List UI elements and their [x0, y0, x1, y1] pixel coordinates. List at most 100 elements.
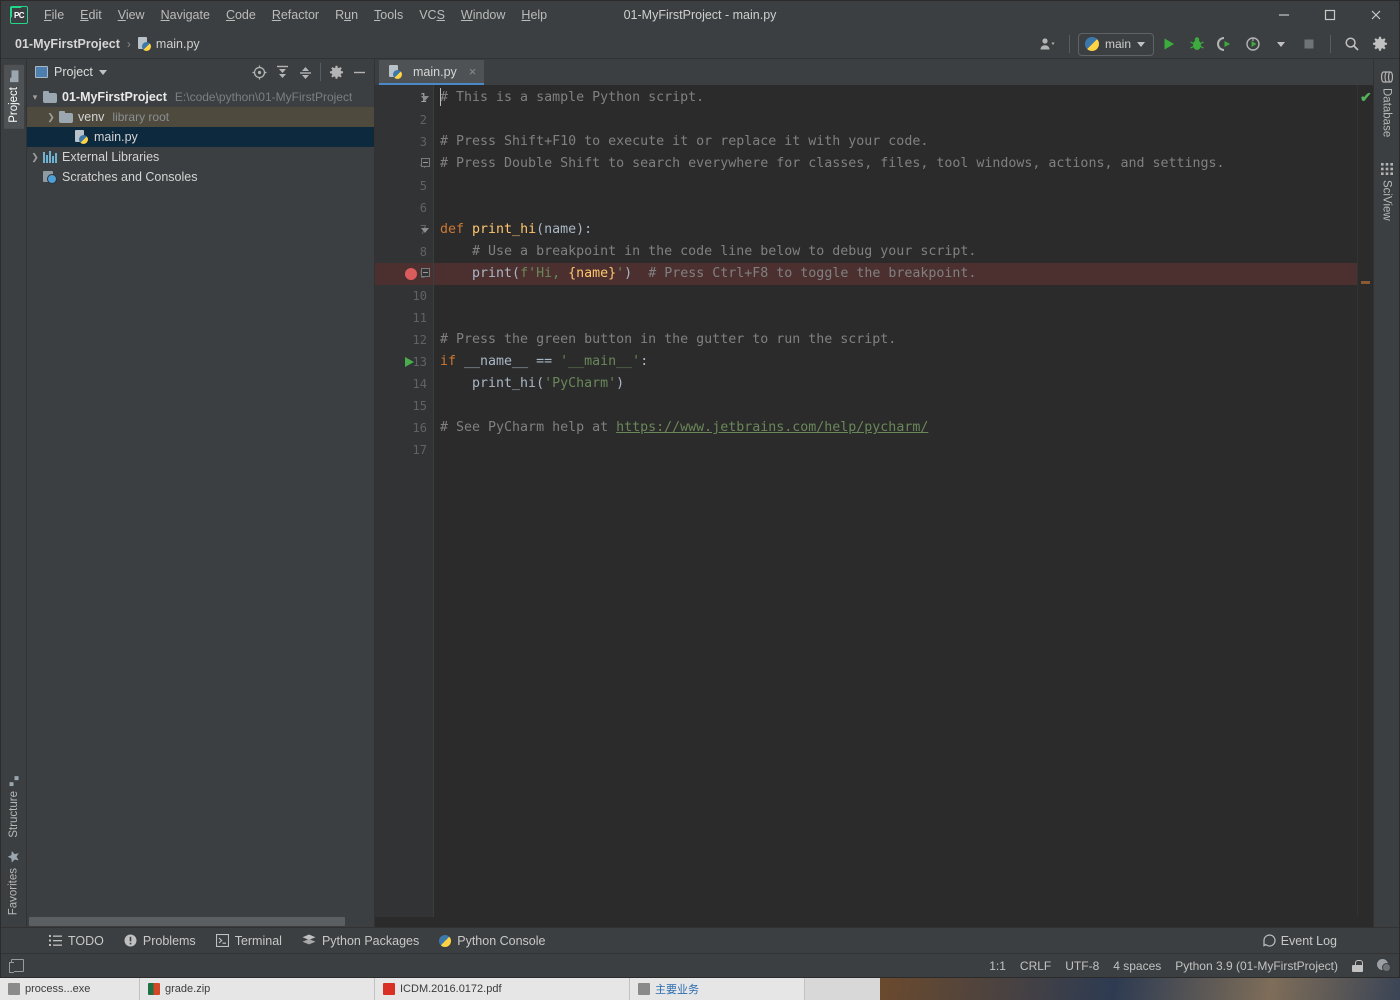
editor-horizontal-scrollbar[interactable] — [375, 917, 1373, 927]
fold-marker-icon[interactable] — [421, 158, 430, 167]
bottom-tab-todo[interactable]: TODO — [39, 931, 114, 951]
tree-row-scratches-and-consoles[interactable]: Scratches and Consoles — [27, 167, 374, 187]
status-bar-left[interactable] — [9, 959, 24, 973]
hide-panel-button[interactable] — [348, 61, 370, 83]
run-configuration-selector[interactable]: main — [1077, 32, 1154, 56]
profile-dropdown-button[interactable] — [1268, 32, 1294, 56]
file-encoding[interactable]: UTF-8 — [1065, 959, 1099, 973]
code-line-16[interactable]: # See PyCharm help at https://www.jetbra… — [434, 417, 1357, 439]
editor-error-stripe[interactable]: ✔ — [1357, 85, 1373, 917]
code-folding-column[interactable] — [419, 87, 433, 917]
project-tree[interactable]: ▾ 01-MyFirstProject E:\code\python\01-My… — [27, 85, 374, 915]
panel-settings-button[interactable] — [325, 61, 347, 83]
inspection-ok-icon[interactable]: ✔ — [1360, 89, 1372, 106]
taskbar-item[interactable]: 主要业务 — [630, 978, 805, 1000]
menu-bar[interactable]: FFileile Edit View Navigate Code Refacto… — [36, 1, 555, 29]
breakpoint-stripe-marker[interactable] — [1361, 281, 1370, 284]
taskbar-item[interactable]: ICDM.2016.0172.pdf — [375, 978, 630, 1000]
user-account-button[interactable] — [1035, 32, 1061, 56]
taskbar-item[interactable]: process...exe — [0, 978, 140, 1000]
stop-button[interactable] — [1296, 32, 1322, 56]
fold-marker-icon[interactable] — [421, 228, 429, 233]
project-panel-horizontal-scrollbar[interactable] — [27, 915, 374, 927]
code-line-8[interactable]: # Use a breakpoint in the code line belo… — [434, 241, 1357, 263]
run-button[interactable] — [1156, 32, 1182, 56]
event-log-button[interactable]: Event Log — [1263, 934, 1337, 948]
chevron-down-icon[interactable]: ▾ — [27, 92, 43, 103]
tree-row-external-libraries[interactable]: ❯ External Libraries — [27, 147, 374, 167]
taskbar-items[interactable]: process...exe grade.zip ICDM.2016.0172.p… — [0, 978, 805, 1000]
search-everywhere-button[interactable] — [1339, 32, 1365, 56]
debug-button[interactable] — [1184, 32, 1210, 56]
code-line-15[interactable] — [434, 395, 1357, 417]
chevron-right-icon[interactable]: ❯ — [27, 152, 43, 163]
editor-gutter[interactable]: 1 2 3 4 5 6 7 8 9 10 11 1 — [375, 85, 433, 917]
run-with-coverage-button[interactable] — [1212, 32, 1238, 56]
profile-button[interactable] — [1240, 32, 1266, 56]
code-line-14[interactable]: print_hi('PyCharm') — [434, 373, 1357, 395]
menu-item-run[interactable]: Run — [327, 4, 366, 26]
close-button[interactable] — [1353, 1, 1399, 29]
menu-item-view[interactable]: View — [110, 4, 153, 26]
window-controls[interactable] — [1261, 1, 1399, 29]
settings-button[interactable] — [1367, 32, 1393, 56]
bottom-tab-python-console[interactable]: Python Console — [429, 931, 555, 951]
taskbar-item[interactable]: grade.zip — [140, 978, 375, 1000]
breadcrumb-project[interactable]: 01-MyFirstProject — [15, 37, 120, 51]
documentation-link[interactable]: https://www.jetbrains.com/help/pycharm/ — [616, 420, 928, 435]
breakpoint-icon[interactable] — [405, 268, 417, 280]
windows-taskbar[interactable]: process...exe grade.zip ICDM.2016.0172.p… — [0, 978, 1400, 1000]
tree-row-project-root[interactable]: ▾ 01-MyFirstProject E:\code\python\01-My… — [27, 87, 374, 107]
menu-item-navigate[interactable]: Navigate — [153, 4, 218, 26]
code-line-6[interactable] — [434, 197, 1357, 219]
code-line-3[interactable]: # Press Shift+F10 to execute it or repla… — [434, 131, 1357, 153]
code-line-11[interactable] — [434, 307, 1357, 329]
line-separator[interactable]: CRLF — [1020, 959, 1051, 973]
editor-tab-main-py[interactable]: main.py × — [379, 60, 485, 85]
bottom-tab-problems[interactable]: Problems — [114, 931, 206, 951]
minimize-button[interactable] — [1261, 1, 1307, 29]
expand-all-button[interactable] — [271, 61, 293, 83]
code-line-2[interactable] — [434, 109, 1357, 131]
tree-row-venv[interactable]: ❯ venv library root — [27, 107, 374, 127]
indent-size[interactable]: 4 spaces — [1113, 959, 1161, 973]
code-line-9[interactable]: print(f'Hi, {name}') # Press Ctrl+F8 to … — [434, 263, 1357, 285]
menu-item-window[interactable]: Window — [453, 4, 513, 26]
menu-item-edit[interactable]: Edit — [72, 4, 110, 26]
code-text-area[interactable]: # This is a sample Python script. # Pres… — [433, 85, 1357, 917]
bottom-tab-python-packages[interactable]: Python Packages — [292, 931, 429, 951]
sidebar-item-favorites[interactable]: Favorites — [3, 844, 24, 921]
sidebar-item-structure[interactable]: Structure — [4, 769, 24, 844]
tree-row-main-py[interactable]: main.py — [27, 127, 374, 147]
menu-item-tools[interactable]: Tools — [366, 4, 411, 26]
lock-icon[interactable] — [1352, 959, 1363, 972]
code-line-10[interactable] — [434, 285, 1357, 307]
sidebar-item-sciview[interactable]: SciView — [1377, 157, 1397, 227]
code-line-5[interactable] — [434, 175, 1357, 197]
fold-marker-icon[interactable] — [421, 96, 429, 101]
code-line-13[interactable]: if __name__ == '__main__': — [434, 351, 1357, 373]
scrollbar-track[interactable] — [29, 916, 372, 926]
close-icon[interactable]: × — [469, 64, 477, 79]
code-line-17[interactable] — [434, 439, 1357, 461]
maximize-button[interactable] — [1307, 1, 1353, 29]
project-panel-title[interactable]: Project — [35, 65, 107, 79]
chevron-right-icon[interactable]: ❯ — [43, 112, 59, 123]
bottom-tab-terminal[interactable]: Terminal — [206, 931, 292, 951]
python-interpreter[interactable]: Python 3.9 (01-MyFirstProject) — [1175, 959, 1338, 973]
inspections-icon[interactable] — [1377, 959, 1391, 972]
caret-position[interactable]: 1:1 — [989, 959, 1006, 973]
menu-item-file[interactable]: FFileile — [36, 4, 72, 26]
menu-item-vcs[interactable]: VCS — [411, 4, 453, 26]
menu-item-code[interactable]: Code — [218, 4, 264, 26]
scrollbar-thumb[interactable] — [29, 916, 345, 926]
breadcrumb-file[interactable]: main.py — [137, 36, 200, 51]
hide-tool-windows-icon[interactable] — [9, 959, 24, 973]
collapse-all-button[interactable] — [294, 61, 316, 83]
run-gutter-icon[interactable] — [405, 357, 414, 367]
fold-marker-icon[interactable] — [421, 268, 430, 277]
code-line-1[interactable]: # This is a sample Python script. — [434, 87, 1357, 109]
sidebar-item-project[interactable]: Project — [3, 65, 24, 129]
select-opened-file-button[interactable] — [248, 61, 270, 83]
code-line-7[interactable]: def print_hi(name): — [434, 219, 1357, 241]
